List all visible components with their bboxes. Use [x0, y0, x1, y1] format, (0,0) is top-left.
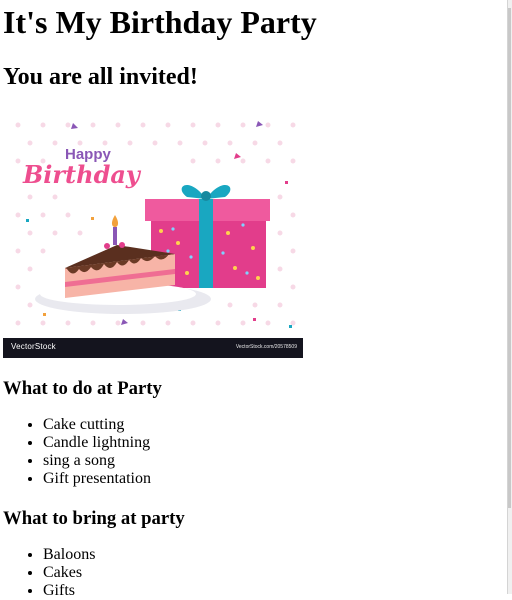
page-content: It's My Birthday Party You are all invit…	[3, 0, 508, 600]
list-item: Baloons	[43, 546, 508, 564]
vertical-scrollbar[interactable]	[507, 0, 512, 594]
list-item: Cake cutting	[43, 416, 508, 434]
section-heading-bring: What to bring at party	[3, 508, 185, 529]
bring-list: Baloons Cakes Gifts	[3, 546, 508, 600]
list-item: Gifts	[43, 582, 508, 600]
page-title: It's My Birthday Party	[3, 4, 317, 40]
birthday-illustration: Happy Birthday	[15, 121, 296, 328]
activities-list: Cake cutting Candle lightning sing a son…	[3, 416, 508, 488]
watermark-brand: VectorStock	[11, 342, 56, 351]
watermark-bar: VectorStock VectorStock.com/20578509	[3, 338, 303, 358]
scrollbar-thumb[interactable]	[508, 8, 511, 508]
list-item: Gift presentation	[43, 470, 508, 488]
page-subtitle: You are all invited!	[3, 64, 198, 90]
list-item: sing a song	[43, 452, 508, 470]
birthday-text: Birthday	[22, 160, 142, 189]
watermark-url: VectorStock.com/20578509	[235, 344, 297, 350]
section-heading-activities: What to do at Party	[3, 378, 162, 399]
birthday-image: Happy Birthday VectorStock VectorStock.c…	[3, 113, 303, 358]
list-item: Candle lightning	[43, 434, 508, 452]
list-item: Cakes	[43, 564, 508, 582]
